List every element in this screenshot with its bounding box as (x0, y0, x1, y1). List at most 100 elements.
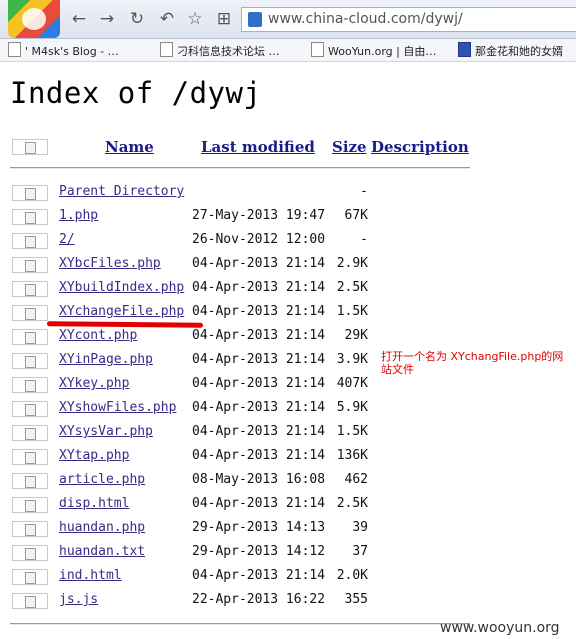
file-icon (12, 257, 48, 273)
file-modified-date: 04-Apr-2013 21:14 (192, 424, 326, 439)
file-icon (12, 425, 48, 441)
red-underline-annotation (46, 321, 204, 328)
undo-icon[interactable]: ↶ (157, 9, 177, 29)
file-size: - (360, 184, 368, 199)
address-text[interactable]: www.china-cloud.com/dywj/ (268, 11, 463, 27)
file-modified-date: 04-Apr-2013 21:14 (192, 400, 326, 415)
site-shield-icon (248, 12, 262, 27)
file-icon (12, 305, 48, 321)
file-modified-date: 27-May-2013 19:47 (192, 208, 326, 223)
file-icon (12, 329, 48, 345)
file-modified-date: 22-Apr-2013 16:22 (192, 592, 326, 607)
parent-folder-icon (12, 185, 48, 201)
file-size: 39 (352, 520, 368, 535)
file-modified-date: 04-Apr-2013 21:14 (192, 280, 326, 295)
sort-size-link[interactable]: Size (332, 138, 367, 156)
browser-toolbar: ← → ↻ ↶ ☆ ⊞ www.china-cloud.com/dywj/ (0, 0, 576, 39)
file-link[interactable]: article.php (59, 472, 145, 487)
file-link[interactable]: XYcont.php (59, 328, 137, 343)
file-modified-date: 29-Apr-2013 14:12 (192, 544, 326, 559)
apps-grid-icon[interactable]: ⊞ (214, 9, 234, 29)
file-link[interactable]: XYsysVar.php (59, 424, 153, 439)
file-size: 5.9K (336, 400, 368, 415)
file-link[interactable]: XYinPage.php (59, 352, 153, 367)
sort-name-link[interactable]: Name (105, 138, 154, 156)
file-icon (12, 449, 48, 465)
file-icon (12, 521, 48, 537)
forward-icon[interactable]: → (97, 9, 117, 29)
file-modified-date: 26-Nov-2012 12:00 (192, 232, 326, 247)
favorite-star-icon[interactable]: ☆ (185, 9, 205, 29)
file-icon (12, 377, 48, 393)
file-icon (12, 545, 48, 561)
file-modified-date: 04-Apr-2013 21:14 (192, 256, 326, 271)
file-link[interactable]: XYbcFiles.php (59, 256, 161, 271)
file-icon (12, 593, 48, 609)
file-link[interactable]: 1.php (59, 208, 98, 223)
file-size: 2.5K (336, 496, 368, 511)
divider (10, 167, 470, 168)
bookmarks-bar: ' M4sk's Blog - … 刁科信息技术论坛 … WooYun.org … (0, 39, 576, 62)
bookmark-item[interactable]: 刁科信息技术论坛 … (160, 42, 280, 59)
file-icon (12, 281, 48, 297)
file-icon (12, 353, 48, 369)
watermark: www.wooyun.org (440, 620, 560, 636)
file-link[interactable]: huandan.php (59, 520, 145, 535)
file-modified-date: 29-Apr-2013 14:13 (192, 520, 326, 535)
file-link[interactable]: ind.html (59, 568, 122, 583)
file-size: 29K (344, 328, 368, 343)
file-size: 3.9K (336, 352, 368, 367)
file-size: 67K (344, 208, 368, 223)
file-modified-date: 04-Apr-2013 21:14 (192, 376, 326, 391)
file-link[interactable]: 2/ (59, 232, 75, 247)
file-icon (12, 473, 48, 489)
sort-description-link[interactable]: Description (371, 138, 469, 156)
file-modified-date: 04-Apr-2013 21:14 (192, 568, 326, 583)
file-modified-date: 08-May-2013 16:08 (192, 472, 326, 487)
file-link[interactable]: XYbuildIndex.php (59, 280, 184, 295)
divider (10, 623, 470, 624)
back-icon[interactable]: ← (69, 9, 89, 29)
browser-logo (8, 0, 60, 38)
file-icon (12, 497, 48, 513)
file-link[interactable]: XYkey.php (59, 376, 129, 391)
file-size: 37 (352, 544, 368, 559)
page-title: Index of /dywj (10, 76, 262, 110)
file-size: 462 (344, 472, 368, 487)
file-link[interactable]: disp.html (59, 496, 129, 511)
file-icon (12, 233, 48, 249)
bookmark-item[interactable]: 那金花和她的女婿 (458, 42, 563, 59)
blank-icon (12, 139, 48, 155)
paw-icon (458, 42, 471, 57)
file-size: 2.0K (336, 568, 368, 583)
file-icon (12, 209, 48, 225)
parent-directory-link[interactable]: Parent Directory (59, 184, 184, 199)
file-size: 2.9K (336, 256, 368, 271)
file-modified-date: 04-Apr-2013 21:14 (192, 448, 326, 463)
file-size: 1.5K (336, 424, 368, 439)
file-modified-date: 04-Apr-2013 21:14 (192, 304, 326, 319)
page-icon (160, 42, 173, 57)
page-icon (311, 42, 324, 57)
file-size: 2.5K (336, 280, 368, 295)
file-size: 1.5K (336, 304, 368, 319)
file-link[interactable]: huandan.txt (59, 544, 145, 559)
file-icon (12, 569, 48, 585)
file-size: 407K (336, 376, 368, 391)
refresh-icon[interactable]: ↻ (127, 9, 147, 29)
bookmark-item[interactable]: ' M4sk's Blog - … (8, 42, 119, 58)
file-modified-date: 04-Apr-2013 21:14 (192, 328, 326, 343)
address-bar[interactable]: www.china-cloud.com/dywj/ (241, 7, 576, 32)
file-size: 136K (336, 448, 368, 463)
file-link[interactable]: XYchangeFile.php (59, 304, 184, 319)
bookmark-item[interactable]: WooYun.org | 自由… (311, 42, 436, 59)
file-size: - (360, 232, 368, 247)
file-size: 355 (344, 592, 368, 607)
annotation-note: 打开一个名为 XYchangFile.php的网站文件 (381, 350, 564, 376)
sort-last-modified-link[interactable]: Last modified (201, 138, 315, 156)
page-icon (8, 42, 21, 57)
file-icon (12, 401, 48, 417)
file-link[interactable]: XYshowFiles.php (59, 400, 176, 415)
file-link[interactable]: js.js (59, 592, 98, 607)
file-link[interactable]: XYtap.php (59, 448, 129, 463)
